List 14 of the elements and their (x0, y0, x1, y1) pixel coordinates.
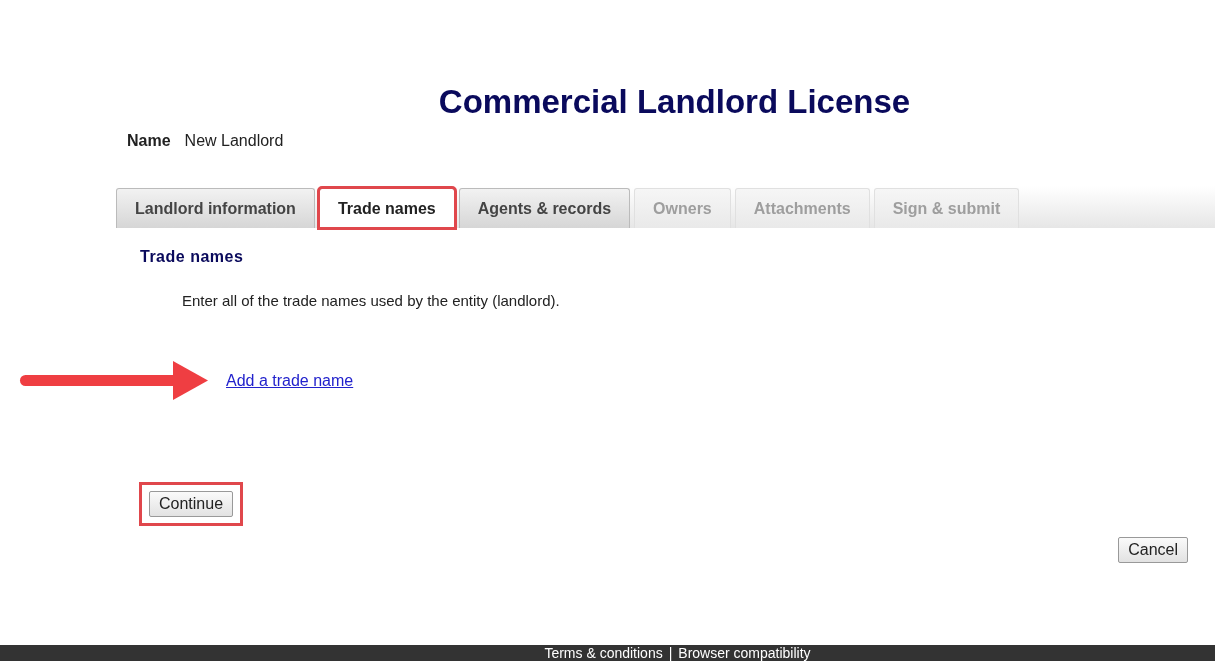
separator: | (668, 645, 673, 661)
name-label: Name (127, 132, 171, 150)
footer-link[interactable]: Terms & conditions (544, 645, 663, 661)
name-value: New Landlord (184, 132, 284, 150)
cancel-button[interactable]: Cancel (1118, 537, 1188, 563)
continue-button[interactable]: Continue (149, 491, 234, 517)
section-heading: Trade names (140, 248, 245, 266)
page-title: Commercial Landlord License (437, 82, 912, 122)
add-trade-name-link[interactable]: Add a trade name (226, 372, 354, 390)
tab[interactable]: Agents & records (458, 188, 631, 228)
instructions-text: Enter all of the trade names used by the entity (landlord). (182, 292, 561, 309)
footer-link[interactable]: Browser compatibility (678, 645, 811, 661)
tab[interactable]: Landlord information (116, 188, 315, 228)
tab[interactable]: Trade names (318, 188, 455, 228)
